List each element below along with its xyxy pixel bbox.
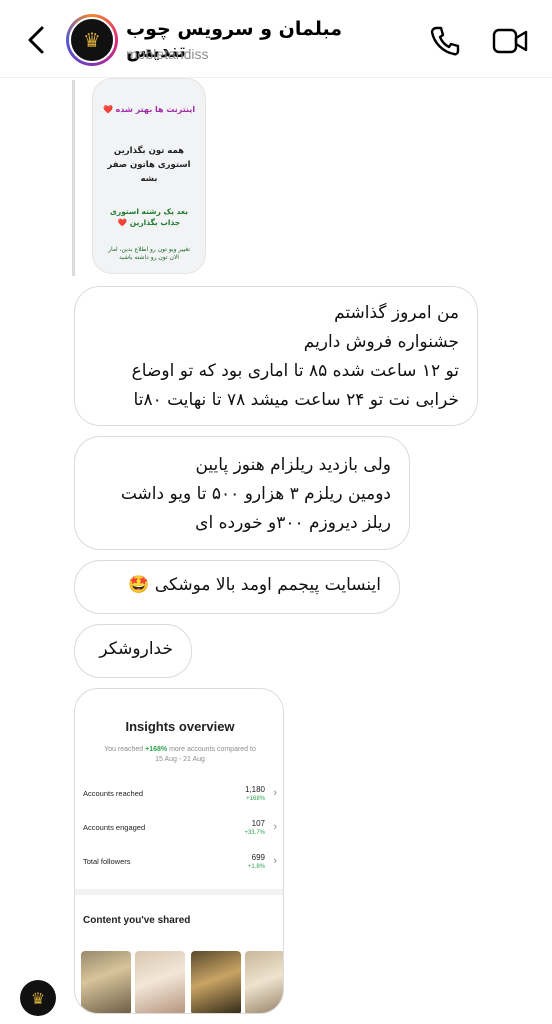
message-line: خداروشکر	[99, 639, 173, 659]
story-text-4: تغییر ویو تون رو اطلاع بدین، امار الان ت…	[108, 246, 190, 261]
chevron-right-icon: ›	[273, 821, 277, 833]
profile-avatar[interactable]: ♛	[66, 14, 118, 66]
story-text-1: اینترنت ها بهتر شده ❤️	[102, 105, 196, 114]
message-line: من امروز گذاشتم	[334, 303, 459, 323]
content-thumbnails	[81, 951, 283, 1013]
reply-indicator-line	[72, 80, 75, 276]
content-thumbnail[interactable]	[191, 951, 241, 1013]
content-thumbnail[interactable]	[135, 951, 185, 1013]
story-preview[interactable]: اینترنت ها بهتر شده ❤️ همه تون بگذارین ا…	[92, 78, 206, 274]
insights-title: Insights overview	[125, 719, 235, 734]
logo-crown-icon: ♛	[30, 988, 46, 1008]
message-line: خرابی نت تو ۲۴ ساعت میشد ۷۸ تا نهایت ۸۰ت…	[133, 390, 459, 410]
message-bubble[interactable]: من امروز گذاشتم جشنواره فروش داریم تو ۱۲…	[74, 286, 478, 426]
chat-handle[interactable]: mobletandiss	[126, 46, 209, 62]
chevron-right-icon: ›	[273, 787, 277, 799]
chat-header: ♛ مبلمان و سرویس چوب تندیس mobletandiss	[0, 0, 552, 78]
message-bubble[interactable]: ولی بازدید ریلزام هنوز پایین دومین ریلزم…	[74, 436, 410, 550]
message-bubble[interactable]: اینسایت پیجمم اومد بالا موشکی 🤩	[74, 560, 400, 614]
message-line: تو ۱۲ ساعت شده ۸۵ تا اماری بود که تو اوض…	[131, 361, 459, 381]
insights-row-followers[interactable]: Total followers 699 +1.8% ›	[83, 853, 279, 883]
video-camera-icon[interactable]	[492, 26, 528, 56]
logo-crown-icon: ♛	[69, 17, 115, 63]
message-line: دومین ریلزم ۳ هزارو ۵۰۰ تا ویو داشت	[120, 484, 391, 504]
story-text-3: بعد یک رشته استوری جذاب بگذارین ❤️	[110, 207, 188, 227]
chevron-right-icon: ›	[273, 855, 277, 867]
message-line: اینسایت پیجمم اومد بالا موشکی 🤩	[128, 575, 381, 595]
insights-row-engaged[interactable]: Accounts engaged 107 +33.7% ›	[83, 819, 279, 849]
content-thumbnail[interactable]	[81, 951, 131, 1013]
insights-screenshot[interactable]: Insights overview You reached +168% more…	[74, 688, 284, 1014]
insights-subtitle: You reached +168% more accounts compared…	[104, 746, 256, 763]
insights-row-reached[interactable]: Accounts reached 1,180 +168% ›	[83, 785, 279, 815]
story-text-2: همه تون بگذارین استوری هاتون صفر بشه	[107, 146, 191, 184]
chevron-left-icon[interactable]	[22, 22, 52, 58]
sender-avatar[interactable]: ♛	[20, 980, 56, 1016]
section-divider	[75, 889, 283, 895]
content-shared-title: Content you've shared	[83, 915, 191, 926]
phone-icon[interactable]	[428, 24, 462, 58]
message-line: جشنواره فروش داریم	[303, 332, 459, 352]
message-line: ریلز دیروزم ۳۰۰و خورده ای	[195, 513, 391, 533]
message-line: ولی بازدید ریلزام هنوز پایین	[195, 455, 391, 475]
content-thumbnail[interactable]	[245, 951, 283, 1013]
message-bubble[interactable]: خداروشکر	[74, 624, 192, 678]
